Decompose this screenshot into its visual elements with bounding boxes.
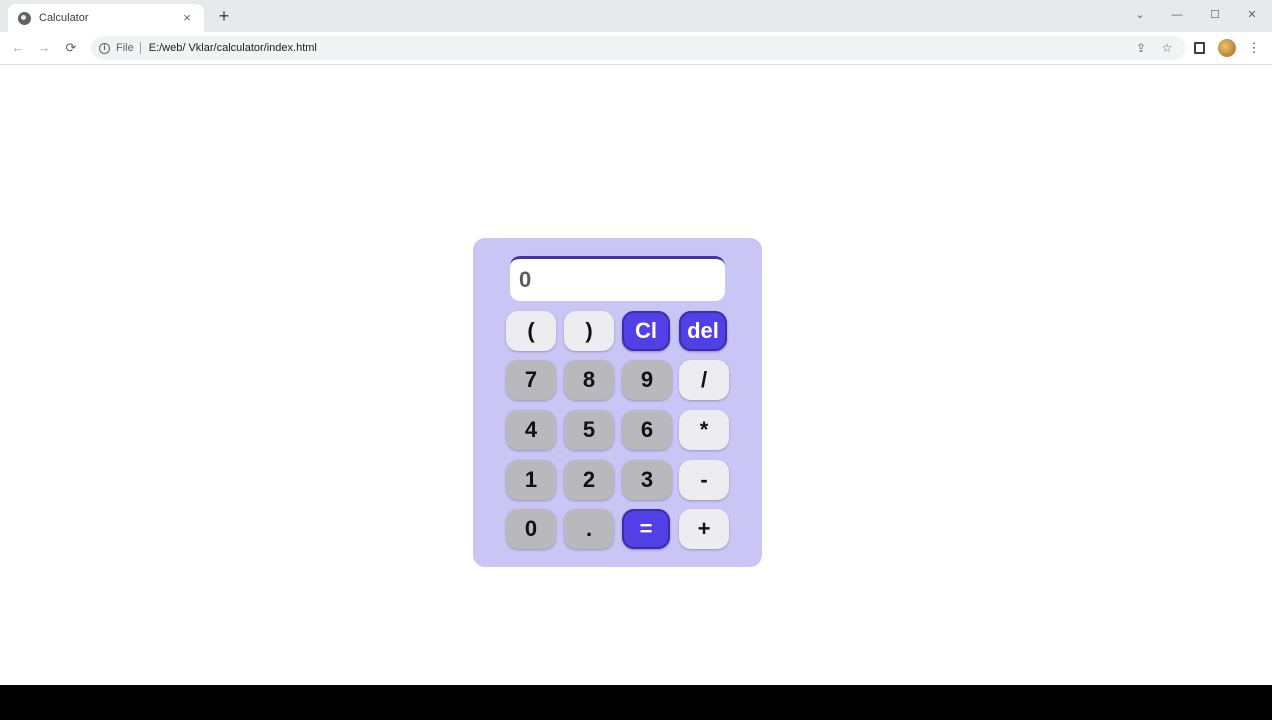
bookmark-star-icon[interactable]: ☆ [1160, 41, 1174, 55]
key-4[interactable]: 4 [506, 410, 556, 450]
key-divide[interactable]: / [679, 360, 729, 400]
tab-calculator[interactable]: Calculator × [8, 4, 204, 32]
menu-icon[interactable]: ⋮ [1246, 40, 1262, 56]
file-label: File [116, 42, 134, 54]
share-icon[interactable]: ⇪ [1134, 41, 1148, 55]
close-tab-icon[interactable]: × [180, 11, 194, 25]
maximize-button[interactable]: ☐ [1207, 7, 1223, 23]
key-open-paren[interactable]: ( [506, 311, 556, 351]
info-icon[interactable]: i [99, 42, 110, 54]
key-subtract[interactable]: - [679, 460, 729, 500]
equals-button[interactable]: = [622, 509, 670, 549]
screen: Calculator × + ⌄ — ☐ ✕ ← → ⟳ i File E:/w… [0, 0, 1272, 720]
delete-button[interactable]: del [679, 311, 727, 351]
address-bar[interactable]: i File E:/web/ Vklar/calculator/index.ht… [91, 36, 1185, 60]
profile-avatar[interactable] [1218, 39, 1236, 57]
key-9[interactable]: 9 [622, 360, 672, 400]
forward-button[interactable]: → [36, 40, 52, 56]
key-6[interactable]: 6 [622, 410, 672, 450]
tab-title: Calculator [39, 12, 89, 24]
key-2[interactable]: 2 [564, 460, 614, 500]
new-tab-button[interactable]: + [214, 6, 234, 26]
tab-search-icon[interactable]: ⌄ [1132, 7, 1148, 23]
side-panel-icon[interactable] [1194, 42, 1205, 54]
back-button[interactable]: ← [10, 40, 26, 56]
key-decimal[interactable]: . [564, 509, 614, 549]
key-add[interactable]: + [679, 509, 729, 549]
browser-toolbar: ← → ⟳ i File E:/web/ Vklar/calculator/in… [0, 32, 1272, 65]
url-text[interactable]: E:/web/ Vklar/calculator/index.html [149, 42, 317, 54]
key-multiply[interactable]: * [679, 410, 729, 450]
taskbar [0, 685, 1272, 720]
minimize-button[interactable]: — [1169, 7, 1185, 23]
key-3[interactable]: 3 [622, 460, 672, 500]
key-1[interactable]: 1 [506, 460, 556, 500]
key-7[interactable]: 7 [506, 360, 556, 400]
calculator: 0 ( ) Cl del 7 8 9 / 4 5 6 * 1 2 3 - 0 .… [473, 238, 762, 567]
globe-icon [18, 11, 31, 25]
divider [139, 42, 141, 54]
tab-strip: Calculator × + ⌄ — ☐ ✕ [0, 0, 1272, 32]
clear-button[interactable]: Cl [622, 311, 670, 351]
calculator-display: 0 [510, 256, 725, 301]
key-close-paren[interactable]: ) [564, 311, 614, 351]
key-5[interactable]: 5 [564, 410, 614, 450]
close-window-button[interactable]: ✕ [1244, 7, 1260, 23]
key-8[interactable]: 8 [564, 360, 614, 400]
reload-button[interactable]: ⟳ [63, 40, 79, 56]
key-0[interactable]: 0 [506, 509, 556, 549]
